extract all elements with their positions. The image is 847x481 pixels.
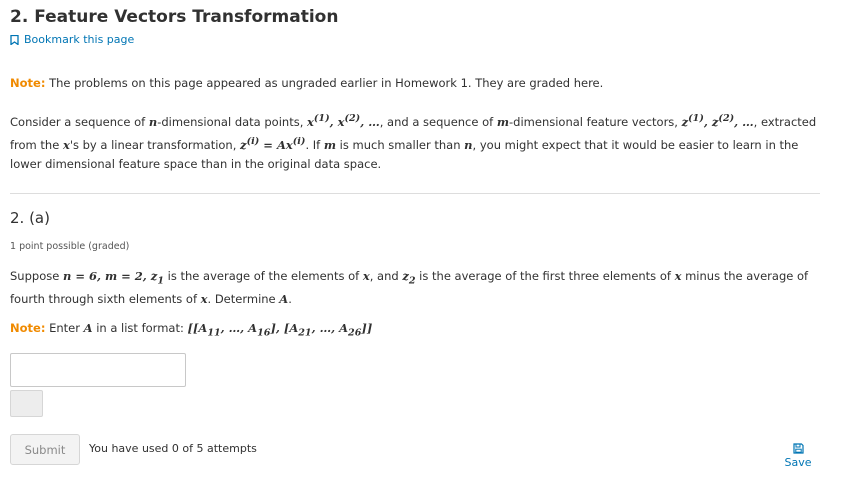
math-m: m [496, 114, 510, 129]
answer-status-indicator [10, 390, 43, 417]
math-A: A [83, 321, 93, 335]
bookmark-label: Bookmark this page [24, 33, 135, 46]
math-z2: z2 [402, 269, 416, 287]
intro-note: Note: The problems on this page appeared… [10, 74, 603, 93]
stmt-text: is the average of the elements of [164, 269, 363, 283]
math-A: A [279, 292, 289, 307]
desc-text: . If [305, 137, 324, 152]
math-x-sequence: x(1), x(2), … [307, 113, 380, 129]
format-note: Note: Enter A in a list format: [[A11, …… [10, 319, 372, 342]
stmt-text: Suppose [10, 269, 63, 283]
math-m: m [323, 137, 337, 152]
page-title: 2. Feature Vectors Transformation [10, 7, 339, 27]
attempts-counter: You have used 0 of 5 attempts [89, 442, 257, 455]
points-possible: 1 point possible (graded) [10, 241, 130, 252]
problem-statement: Suppose n = 6, m = 2, z1 is the average … [10, 267, 825, 309]
note-label: Note: [10, 321, 46, 335]
bookmark-icon [10, 34, 19, 45]
section-divider [10, 193, 820, 194]
note-text: The problems on this page appeared as un… [49, 76, 604, 90]
problem-description: Consider a sequence of n-dimensional dat… [10, 109, 822, 174]
save-label: Save [784, 456, 812, 469]
note-label: Note: [10, 76, 46, 90]
math-values: n = 6, m = 2, z1 [62, 269, 165, 287]
note-text: Enter [49, 321, 84, 335]
bookmark-link[interactable]: Bookmark this page [10, 33, 134, 46]
answer-input[interactable] [10, 353, 186, 387]
stmt-text: is the average of the first three elemen… [415, 269, 675, 283]
stmt-text: . Determine [207, 292, 280, 307]
math-x: x [200, 292, 208, 307]
math-z-sequence: z(1), z(2), … [681, 113, 754, 129]
submit-button[interactable]: Submit [10, 434, 80, 465]
math-n: n [148, 114, 158, 129]
math-x: x [62, 137, 70, 152]
math-x: x [362, 269, 370, 283]
math-transform: z(i) = Ax(i) [240, 135, 306, 152]
desc-text: is much smaller than [336, 137, 465, 152]
stmt-text: . [288, 292, 292, 307]
problem-title: 2. (a) [10, 209, 50, 227]
desc-text: Consider a sequence of [10, 114, 149, 129]
floppy-disk-icon [792, 443, 804, 454]
stmt-text: , and [369, 269, 403, 283]
desc-text: -dimensional data points, [157, 114, 308, 129]
math-list-format: [[A11, …, A16], [A21, …, A26]] [187, 321, 373, 339]
desc-text: , and a sequence of [379, 114, 497, 129]
save-button[interactable]: Save [780, 443, 816, 469]
note-text: in a list format: [92, 321, 188, 335]
desc-text: -dimensional feature vectors, [509, 114, 682, 129]
desc-text: 's by a linear transformation, [69, 137, 241, 152]
math-n: n [464, 137, 473, 152]
